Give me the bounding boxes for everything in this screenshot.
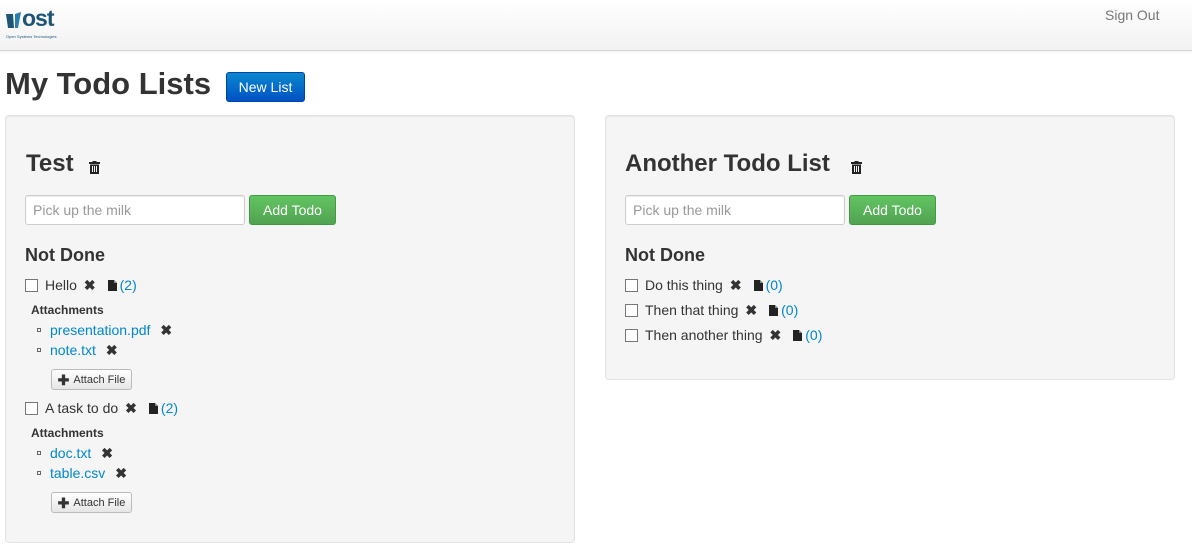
attachment-count-link[interactable]: (2) [120,277,137,293]
attachment-link[interactable]: doc.txt [50,445,91,461]
file-icon[interactable] [793,329,803,341]
todo-checkbox[interactable] [625,328,638,342]
attachment-count-link[interactable]: (0) [805,327,822,343]
bullet [37,451,41,455]
attach-file-label: Attach File [73,496,126,509]
trash-icon[interactable] [89,161,100,174]
attachment-link[interactable]: note.txt [50,342,96,358]
bullet [37,471,41,475]
remove-attachment-icon[interactable]: ✖ [101,445,113,462]
attachments-heading: Attachments [31,426,104,440]
todo-text: Do this thing [645,277,723,293]
todo-checkbox[interactable] [25,278,38,292]
todo-text: Hello [45,277,77,293]
attachment-item: table.csv ✖ [37,464,127,482]
todo-text: A task to do [45,400,119,416]
attachment-link[interactable]: presentation.pdf [50,322,150,338]
page-title: My Todo Lists [5,66,212,101]
file-icon[interactable] [148,402,158,414]
remove-icon[interactable]: ✖ [84,277,96,294]
file-icon[interactable] [753,279,763,291]
sign-out-link[interactable]: Sign Out [1105,7,1159,23]
attachment-count-link[interactable]: (2) [161,400,178,416]
remove-icon[interactable]: ✖ [125,400,137,417]
remove-icon[interactable]: ✖ [730,277,742,294]
plus-icon: ✚ [57,371,70,388]
list-title: Test [26,150,74,177]
todo-list-card: Test Add Todo Not Done Hello ✖ (2) Attac… [5,115,575,543]
new-list-button[interactable]: New List [226,72,305,102]
trash-icon[interactable] [851,161,862,174]
todo-item: Do this thing ✖ (0) [625,276,783,294]
attachment-count-link[interactable]: (0) [766,277,783,293]
todo-item: Then another thing ✖ (0) [625,326,822,344]
file-icon[interactable] [769,304,779,316]
todo-checkbox[interactable] [25,401,38,415]
not-done-heading: Not Done [625,245,705,265]
logo-subtext: Open Systems Technologies [6,34,57,39]
attachment-count-link[interactable]: (0) [781,302,798,318]
todo-checkbox[interactable] [625,278,638,292]
file-icon[interactable] [107,279,117,291]
attachment-link[interactable]: table.csv [50,465,105,481]
attach-file-button[interactable]: ✚ Attach File [51,492,132,513]
logo-mark-icon [6,12,21,28]
bullet [37,328,41,332]
new-todo-input[interactable] [25,195,245,225]
logo-text: ost [22,5,54,31]
todo-item: A task to do ✖ (2) [25,399,178,417]
remove-attachment-icon[interactable]: ✖ [160,322,172,339]
attach-file-button[interactable]: ✚ Attach File [51,369,132,390]
bullet [37,348,41,352]
list-title: Another Todo List [625,150,830,177]
remove-icon[interactable]: ✖ [745,302,757,319]
todo-item: Then that thing ✖ (0) [625,301,798,319]
remove-attachment-icon[interactable]: ✖ [115,465,127,482]
todo-text: Then that thing [645,302,739,318]
attachments-heading: Attachments [31,303,104,317]
plus-icon: ✚ [57,494,70,511]
todo-list-card: Another Todo List Add Todo Not Done Do t… [605,115,1175,380]
todo-checkbox[interactable] [625,303,638,317]
remove-icon[interactable]: ✖ [770,327,782,344]
new-todo-input[interactable] [625,195,845,225]
todo-item: Hello ✖ (2) [25,276,137,294]
attachment-item: note.txt ✖ [37,341,118,359]
remove-attachment-icon[interactable]: ✖ [106,342,118,359]
attachment-item: presentation.pdf ✖ [37,321,172,339]
todo-text: Then another thing [645,327,763,343]
attachment-item: doc.txt ✖ [37,444,113,462]
not-done-heading: Not Done [25,245,105,265]
attach-file-label: Attach File [73,373,126,386]
navbar: ost Open Systems Technologies Sign Out [0,0,1192,51]
add-todo-button[interactable]: Add Todo [249,195,336,225]
add-todo-button[interactable]: Add Todo [849,195,936,225]
ost-logo[interactable]: ost Open Systems Technologies [6,5,66,42]
